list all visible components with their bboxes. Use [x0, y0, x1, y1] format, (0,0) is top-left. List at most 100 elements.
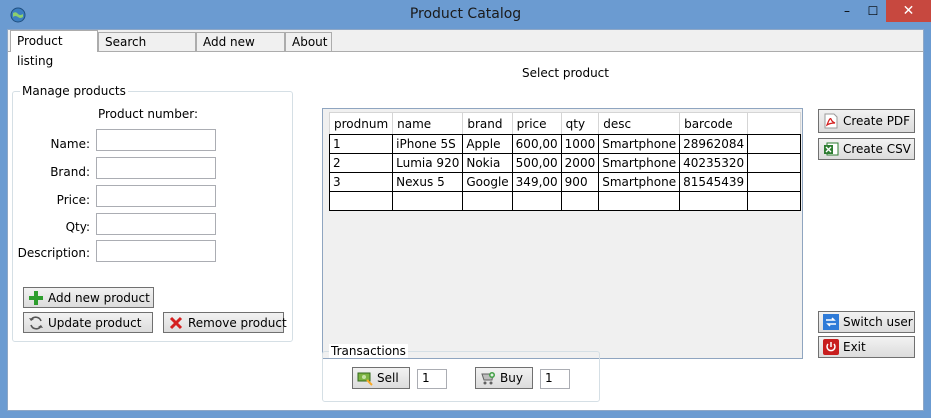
table-cell[interactable]: Smartphone [598, 172, 681, 192]
table-cell[interactable] [511, 191, 562, 211]
table-cell-filler [747, 134, 801, 154]
switch-arrows-icon [823, 314, 839, 330]
table-row[interactable]: 3 Nexus 5 Google 349,00 900 Smartphone 8… [328, 172, 801, 192]
table-cell[interactable]: 1 [328, 134, 394, 154]
brand-field[interactable] [96, 157, 216, 179]
table-new-row[interactable] [328, 191, 801, 211]
column-header-price[interactable]: price [511, 112, 562, 135]
table-cell[interactable]: Nokia [462, 153, 513, 173]
table-header-row: prodnum name brand price qty desc barcod… [328, 112, 801, 135]
window-title: Product Catalog [409, 6, 522, 22]
switch-user-label: Switch user [843, 315, 913, 329]
remove-product-button[interactable]: Remove product [163, 312, 287, 333]
tab-page-product-listing: Manage products Product number: Name: Br… [8, 52, 923, 410]
refresh-icon [29, 315, 43, 330]
table-cell[interactable]: Apple [462, 134, 513, 154]
tab-about[interactable]: About [285, 32, 332, 52]
create-pdf-button[interactable]: Create PDF [818, 109, 915, 133]
table-cell-filler [747, 191, 801, 211]
column-header-qty[interactable]: qty [560, 112, 600, 135]
app-window: Product Catalog – ☐ ✕ Product listing Se… [0, 0, 931, 418]
column-header-brand[interactable]: brand [462, 112, 513, 135]
column-header-barcode[interactable]: barcode [679, 112, 749, 135]
update-product-label: Update product [48, 315, 142, 330]
table-cell[interactable]: Smartphone [598, 134, 681, 154]
description-field[interactable] [96, 240, 216, 262]
table-cell[interactable] [392, 191, 464, 211]
switch-user-button[interactable]: Switch user [818, 311, 915, 333]
table-cell[interactable] [598, 191, 681, 211]
table-row[interactable]: 1 iPhone 5S Apple 600,00 1000 Smartphone… [328, 134, 801, 154]
column-header-prodnum[interactable]: prodnum [328, 112, 394, 135]
column-header-desc[interactable]: desc [598, 112, 681, 135]
pdf-icon [824, 113, 838, 129]
table-cell[interactable]: Smartphone [598, 153, 681, 173]
exit-label: Exit [843, 340, 866, 354]
manage-products-label: Manage products [20, 84, 128, 98]
buy-label: Buy [500, 371, 523, 385]
table-cell[interactable]: iPhone 5S [392, 134, 464, 154]
table-cell[interactable] [679, 191, 749, 211]
manage-products-group: Manage products Product number: Name: Br… [12, 84, 293, 342]
create-pdf-label: Create PDF [843, 114, 911, 128]
products-grid[interactable]: prodnum name brand price qty desc barcod… [322, 108, 803, 359]
select-product-caption: Select product [522, 66, 609, 80]
close-button[interactable]: ✕ [886, 0, 931, 22]
table-cell[interactable]: Nexus 5 [392, 172, 464, 192]
buy-button[interactable]: Buy [475, 367, 533, 389]
table-cell[interactable]: 2 [328, 153, 394, 173]
table-cell-filler [747, 153, 801, 173]
create-csv-button[interactable]: Create CSV [818, 138, 915, 160]
minimize-button[interactable]: – [834, 0, 860, 22]
create-csv-label: Create CSV [843, 142, 911, 156]
remove-product-label: Remove product [188, 315, 287, 330]
description-label: Description: [17, 246, 90, 260]
table-cell[interactable]: 600,00 [511, 134, 562, 154]
table-cell[interactable]: 40235320 [679, 153, 749, 173]
products-table: prodnum name brand price qty desc barcod… [328, 112, 801, 211]
table-cell[interactable]: 900 [560, 172, 600, 192]
sell-button[interactable]: Sell [352, 367, 410, 389]
sell-icon [357, 372, 373, 386]
table-cell[interactable]: 28962084 [679, 134, 749, 154]
table-cell[interactable]: 2000 [560, 153, 600, 173]
table-cell[interactable]: 349,00 [511, 172, 562, 192]
table-cell[interactable] [462, 191, 513, 211]
table-cell[interactable]: 1000 [560, 134, 600, 154]
exit-button[interactable]: Exit [818, 336, 915, 358]
column-header-name[interactable]: name [392, 112, 464, 135]
table-cell[interactable]: 81545439 [679, 172, 749, 192]
add-new-product-button[interactable]: Add new product [23, 287, 154, 308]
add-new-product-label: Add new product [48, 290, 150, 305]
maximize-button[interactable]: ☐ [860, 0, 886, 22]
title-bar[interactable]: Product Catalog – ☐ ✕ [0, 0, 931, 30]
table-cell[interactable]: Google [462, 172, 513, 192]
qty-label: Qty: [65, 220, 90, 234]
sell-label: Sell [377, 371, 399, 385]
table-cell[interactable] [328, 191, 394, 211]
table-row[interactable]: 2 Lumia 920 Nokia 500,00 2000 Smartphone… [328, 153, 801, 173]
x-icon [169, 316, 183, 329]
name-field[interactable] [96, 129, 216, 151]
update-product-button[interactable]: Update product [23, 312, 153, 333]
price-label: Price: [56, 193, 90, 207]
table-cell[interactable]: 3 [328, 172, 394, 192]
transactions-label: Transactions [329, 344, 408, 358]
power-icon [823, 339, 839, 355]
plus-icon [29, 290, 43, 305]
tab-search-products[interactable]: Search products [98, 32, 196, 67]
brand-label: Brand: [50, 165, 90, 179]
tab-product-listing[interactable]: Product listing [10, 30, 98, 68]
name-label: Name: [50, 137, 90, 151]
price-field[interactable] [96, 185, 216, 207]
tab-bar: Product listing Search products Add new … [8, 30, 923, 68]
buy-quantity-field[interactable]: 1 [540, 369, 570, 389]
table-cell[interactable]: Lumia 920 [392, 153, 464, 173]
qty-field[interactable] [96, 213, 216, 235]
sell-quantity-field[interactable]: 1 [417, 369, 447, 389]
transactions-group: Transactions Sell 1 Buy 1 [322, 344, 600, 402]
table-cell[interactable]: 500,00 [511, 153, 562, 173]
table-cell[interactable] [560, 191, 600, 211]
client-area: Product listing Search products Add new … [7, 29, 924, 411]
tab-add-new-users[interactable]: Add new users [196, 32, 285, 67]
